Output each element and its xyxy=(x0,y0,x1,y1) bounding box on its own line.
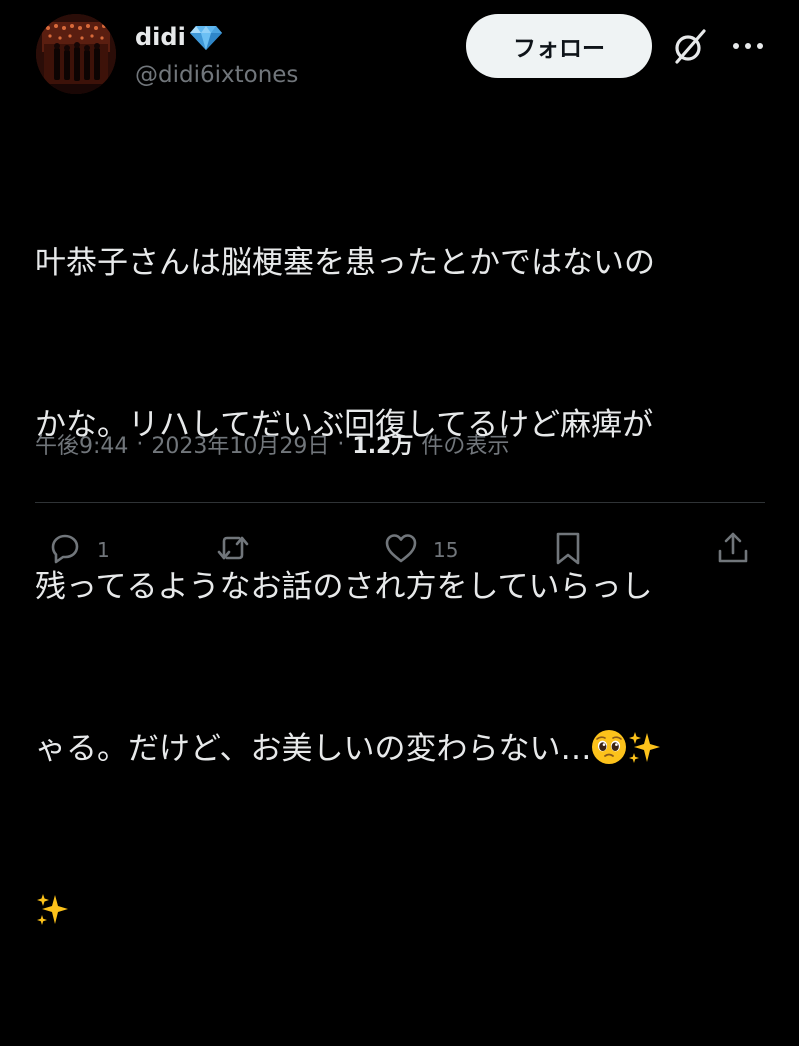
like-button[interactable]: 15 xyxy=(383,520,458,580)
pleading-face-emoji xyxy=(591,728,627,782)
tweet-card: didi @didi6ixtones フォロー 叶恭子さんは脳梗塞を患ったとかで… xyxy=(0,0,799,925)
display-name[interactable]: didi xyxy=(135,23,186,51)
tweet-time[interactable]: 午後9:44 xyxy=(35,428,128,460)
divider xyxy=(35,502,765,503)
gem-icon xyxy=(189,23,223,51)
tweet-text: 叶恭子さんは脳梗塞を患ったとかではないの かな。リハしてだいぶ回復してるけど麻痺… xyxy=(35,128,765,1046)
grok-icon[interactable] xyxy=(670,26,710,66)
bookmark-icon xyxy=(550,530,586,571)
retweet-icon xyxy=(215,530,251,571)
tweet-text-line: ゃる。だけど、お美しいの変わらない… xyxy=(35,731,592,767)
tweet-text-line-with-emoji: ゃる。だけど、お美しいの変わらない… xyxy=(35,722,765,776)
sparkles-emoji xyxy=(35,890,71,944)
reply-icon xyxy=(47,530,83,571)
tweet-meta: 午後9:44 · 2023年10月29日 · 1.2万 件の表示 xyxy=(35,428,509,460)
avatar[interactable] xyxy=(36,14,116,94)
display-name-row[interactable]: didi xyxy=(135,20,223,54)
bookmark-button[interactable] xyxy=(550,520,586,580)
retweet-button[interactable] xyxy=(215,520,265,580)
sparkles-emoji xyxy=(627,728,663,782)
meta-separator: · xyxy=(136,431,144,457)
more-icon[interactable] xyxy=(728,30,768,62)
share-icon xyxy=(715,530,751,571)
tweet-text-line: 叶恭子さんは脳梗塞を患ったとかではないの xyxy=(35,245,655,281)
views-label[interactable]: 件の表示 xyxy=(421,428,509,460)
avatar-image xyxy=(36,14,116,94)
action-bar: 1 15 xyxy=(35,520,765,580)
reply-count: 1 xyxy=(97,538,110,562)
like-count: 15 xyxy=(433,538,459,562)
share-button[interactable] xyxy=(715,520,751,580)
tweet-text-line-emoji-only xyxy=(35,884,765,938)
meta-separator: · xyxy=(337,431,345,457)
heart-icon xyxy=(383,530,419,571)
follow-button[interactable]: フォロー xyxy=(466,14,652,78)
user-handle[interactable]: @didi6ixtones xyxy=(135,62,298,88)
reply-button[interactable]: 1 xyxy=(47,520,110,580)
tweet-date[interactable]: 2023年10月29日 xyxy=(151,428,329,460)
views-count[interactable]: 1.2万 xyxy=(352,428,413,460)
